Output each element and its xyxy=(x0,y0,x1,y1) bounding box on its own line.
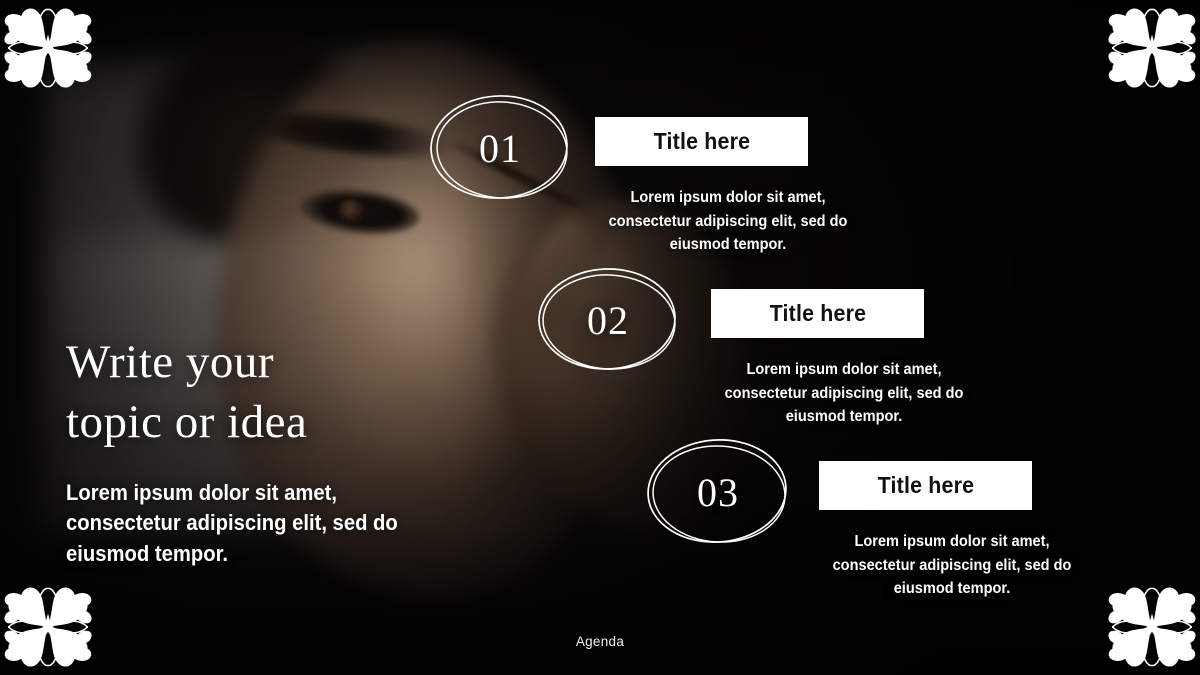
item-2-title-label: Title here xyxy=(769,300,866,326)
page-title-line-2: topic or idea xyxy=(66,396,308,449)
presentation-slide: Write your topic or idea Lorem ipsum dol… xyxy=(0,0,1200,675)
item-1-description: Lorem ipsum dolor sit amet, consectetur … xyxy=(608,189,848,254)
page-title-line-1: Write your xyxy=(66,336,275,388)
item-3-description: Lorem ipsum dolor sit amet, consectetur … xyxy=(832,533,1072,598)
number-badge-2-value: 02 xyxy=(587,297,629,343)
page-title: Write your topic or idea xyxy=(66,332,496,452)
number-badge-1-value: 01 xyxy=(479,125,521,171)
number-badge-1: 01 xyxy=(425,88,575,208)
item-3-title-chip[interactable]: Title here xyxy=(819,461,1032,510)
item-1-title-label: Title here xyxy=(653,128,750,154)
floral-corner-ornament-icon xyxy=(3,7,93,89)
item-2-description: Lorem ipsum dolor sit amet, consectetur … xyxy=(724,361,964,426)
slide-footer-label: Agenda xyxy=(575,634,625,649)
item-1-title-chip[interactable]: Title here xyxy=(595,117,808,166)
number-badge-2: 02 xyxy=(533,260,683,380)
floral-corner-ornament-icon xyxy=(3,586,93,668)
number-badge-3-value: 03 xyxy=(697,469,739,515)
floral-corner-ornament-icon xyxy=(1107,586,1197,668)
item-3-title-label: Title here xyxy=(877,472,974,498)
floral-corner-ornament-icon xyxy=(1107,7,1197,89)
number-badge-3: 03 xyxy=(643,432,793,552)
item-2-title-chip[interactable]: Title here xyxy=(711,289,924,338)
lead-paragraph: Lorem ipsum dolor sit amet, consectetur … xyxy=(66,480,398,566)
